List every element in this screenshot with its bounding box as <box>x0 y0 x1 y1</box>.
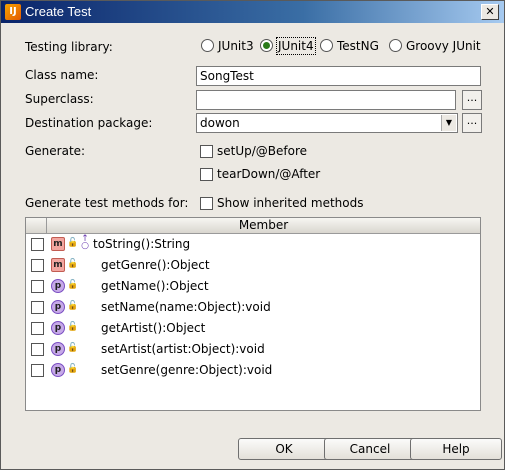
superclass-input[interactable] <box>196 90 456 110</box>
radio-label: JUnit3 <box>218 39 254 53</box>
dialog-title: Create Test <box>25 4 92 19</box>
row-checkbox[interactable] <box>31 238 44 251</box>
table-header: Member <box>26 218 480 234</box>
chevron-down-icon[interactable]: ▼ <box>441 115 456 131</box>
lock-icon: 🔓 <box>67 364 79 374</box>
row-checkbox[interactable] <box>31 343 44 356</box>
lock-icon: 🔓 <box>67 259 79 269</box>
ok-button[interactable]: OK <box>238 438 330 460</box>
member-column-header[interactable]: Member <box>47 218 480 233</box>
method-icon: m <box>51 237 65 251</box>
lock-icon: 🔓 <box>67 280 79 290</box>
row-checkbox[interactable] <box>31 322 44 335</box>
destination-package-label: Destination package: <box>25 116 153 130</box>
row-checkbox[interactable] <box>31 280 44 293</box>
member-signature: getName():Object <box>101 279 209 293</box>
table-row[interactable]: p 🔓 getArtist():Object <box>26 318 480 338</box>
row-checkbox[interactable] <box>31 364 44 377</box>
override-icon: ↑ ○ <box>81 234 89 251</box>
generate-label: Generate: <box>25 144 86 158</box>
testing-library-radio-group: JUnit3 JUnit4 TestNG Groovy JUnit <box>197 37 497 56</box>
destination-package-combo[interactable]: dowon ▼ <box>196 113 458 133</box>
lock-icon: 🔓 <box>67 238 79 248</box>
property-icon: p <box>51 279 65 293</box>
member-signature: toString():String <box>93 237 191 251</box>
radio-label: Groovy JUnit <box>406 39 481 53</box>
member-signature: getGenre():Object <box>101 258 210 272</box>
checkbox-box <box>200 168 213 181</box>
member-signature: setGenre(genre:Object):void <box>101 363 273 377</box>
class-name-label: Class name: <box>25 68 99 82</box>
destination-package-value: dowon <box>200 116 240 130</box>
checkbox-label: tearDown/@After <box>217 167 321 181</box>
radio-indicator <box>320 39 333 52</box>
property-icon: p <box>51 300 65 314</box>
checkbox-label: setUp/@Before <box>217 144 308 158</box>
lock-icon: 🔓 <box>67 301 79 311</box>
testing-library-label: Testing library: <box>25 40 113 54</box>
property-icon: p <box>51 363 65 377</box>
members-table[interactable]: Member m 🔓 ↑ ○ toString():String m 🔓 getG… <box>25 217 481 411</box>
radio-indicator-selected <box>260 39 273 52</box>
radio-indicator <box>389 39 402 52</box>
help-button[interactable]: Help <box>410 438 502 460</box>
table-row[interactable]: m 🔓 ↑ ○ toString():String <box>26 234 480 254</box>
radio-label: TestNG <box>337 39 379 53</box>
member-signature: getArtist():Object <box>101 321 206 335</box>
radio-indicator <box>201 39 214 52</box>
lock-icon: 🔓 <box>67 343 79 353</box>
row-checkbox[interactable] <box>31 301 44 314</box>
checkbox-label: Show inherited methods <box>217 196 364 210</box>
property-icon: p <box>51 342 65 356</box>
radio-label: JUnit4 <box>276 37 316 55</box>
superclass-label: Superclass: <box>25 92 94 106</box>
checkbox-box <box>200 197 213 210</box>
table-row[interactable]: p 🔓 setGenre(genre:Object):void <box>26 360 480 380</box>
method-icon: m <box>51 258 65 272</box>
checkbox-box <box>200 145 213 158</box>
destination-package-browse-button[interactable]: ... <box>462 113 482 133</box>
class-name-input[interactable]: SongTest <box>196 66 481 86</box>
create-test-dialog: IJ Create Test ✕ Testing library: JUnit3… <box>0 0 505 470</box>
member-signature: setName(name:Object):void <box>101 300 271 314</box>
table-row[interactable]: m 🔓 getGenre():Object <box>26 255 480 275</box>
member-signature: setArtist(artist:Object):void <box>101 342 265 356</box>
methods-for-label: Generate test methods for: <box>25 196 189 210</box>
table-row[interactable]: p 🔓 setName(name:Object):void <box>26 297 480 317</box>
table-row[interactable]: p 🔓 getName():Object <box>26 276 480 296</box>
table-row[interactable]: p 🔓 setArtist(artist:Object):void <box>26 339 480 359</box>
superclass-browse-button[interactable]: ... <box>462 90 482 110</box>
property-icon: p <box>51 321 65 335</box>
cancel-button[interactable]: Cancel <box>324 438 416 460</box>
lock-icon: 🔓 <box>67 322 79 332</box>
intellij-icon: IJ <box>5 4 21 20</box>
row-checkbox[interactable] <box>31 259 44 272</box>
close-button[interactable]: ✕ <box>481 4 499 20</box>
select-column-header[interactable] <box>26 218 47 233</box>
title-bar[interactable]: IJ Create Test ✕ <box>1 1 504 23</box>
